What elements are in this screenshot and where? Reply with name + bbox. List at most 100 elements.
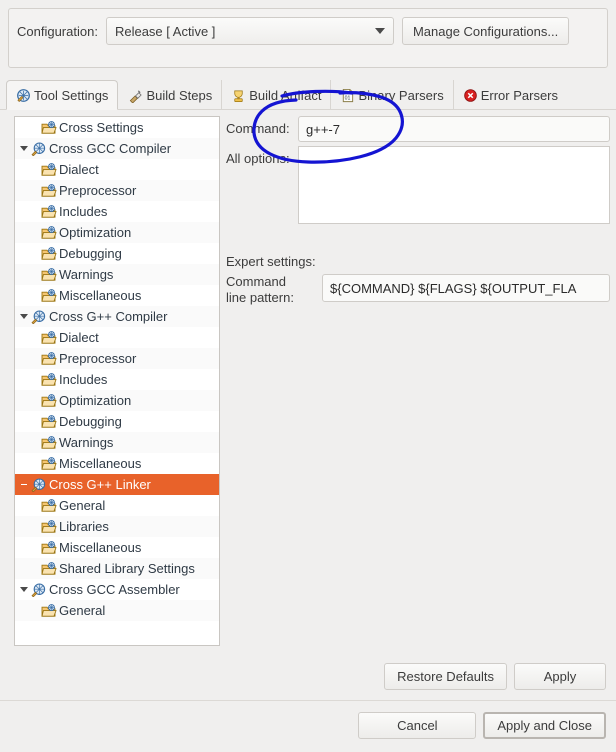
folder-settings-icon [41, 414, 57, 428]
tree-item-label: Includes [59, 204, 108, 219]
tree-item-warnings[interactable]: Warnings [15, 264, 219, 285]
folder-settings-icon [41, 183, 57, 197]
tree-item-label: Libraries [59, 519, 109, 534]
tool-globe-icon [31, 582, 46, 597]
folder-settings-icon [41, 288, 57, 302]
tree-item-label: Preprocessor [59, 351, 137, 366]
tab-binary-parsers[interactable]: 01 Binary Parsers [330, 80, 452, 110]
binary-parsers-icon: 01 [343, 88, 354, 102]
pattern-label-line-2: line pattern: [226, 290, 294, 305]
folder-settings-icon [41, 456, 57, 470]
configuration-dropdown[interactable]: Release [ Active ] [105, 17, 394, 45]
tree-item-general[interactable]: General [15, 600, 219, 621]
tree-item-shared-library-settings[interactable]: Shared Library Settings [15, 558, 219, 579]
folder-settings-icon [41, 120, 57, 134]
folder-settings-icon [41, 351, 57, 365]
configuration-selected-value: Release [ Active ] [114, 23, 216, 39]
tree-item-general[interactable]: General [15, 495, 219, 516]
command-line-pattern-input[interactable]: ${COMMAND} ${FLAGS} ${OUTPUT_FLA [322, 274, 610, 302]
configuration-label: Configuration: [17, 23, 98, 39]
expert-settings-label: Expert settings: [226, 254, 316, 269]
build-artifact-icon [234, 89, 243, 102]
tree-item-preprocessor[interactable]: Preprocessor [15, 348, 219, 369]
command-line-pattern-label: Command line pattern: [226, 274, 322, 306]
folder-settings-icon [41, 225, 57, 239]
tree-item-cross-gcc-compiler[interactable]: Cross GCC Compiler [15, 138, 219, 159]
tree-item-label: Cross G++ Linker [49, 477, 151, 492]
tree-item-debugging[interactable]: Debugging [15, 411, 219, 432]
tree-item-label: General [59, 603, 106, 618]
tree-item-cross-settings[interactable]: Cross Settings [15, 117, 219, 138]
tree-item-libraries[interactable]: Libraries [15, 516, 219, 537]
tree-item-label: Debugging [59, 414, 122, 429]
manage-configurations-button[interactable]: Manage Configurations... [401, 17, 570, 45]
twisty-expanded-icon[interactable] [17, 587, 31, 592]
settings-tree[interactable]: Cross Settings Cross GCC Compiler Dialect P… [14, 116, 220, 646]
tree-item-label: Cross G++ Compiler [49, 309, 168, 324]
tab-error-parsers[interactable]: Error Parsers [452, 80, 567, 110]
tree-item-label: Cross GCC Compiler [49, 141, 172, 156]
tree-item-label: Warnings [59, 435, 114, 450]
tree-item-cross-gcc-assembler[interactable]: Cross GCC Assembler [15, 579, 219, 600]
folder-settings-icon [41, 162, 57, 176]
button-separator [0, 700, 616, 701]
dialog-button-row: Cancel Apply and Close [358, 712, 606, 739]
tree-item-debugging[interactable]: Debugging [15, 243, 219, 264]
tab-tool-settings[interactable]: Tool Settings [6, 80, 119, 110]
chevron-down-icon [374, 28, 385, 34]
twisty-expanded-icon[interactable] [17, 314, 31, 319]
tool-settings-pane: Command: g++-7 All options: Expert setti… [226, 116, 610, 306]
tree-item-cross-gpp-linker[interactable]: Cross G++ Linker [15, 474, 219, 495]
tree-item-miscellaneous[interactable]: Miscellaneous [15, 453, 219, 474]
tree-item-cross-gpp-compiler[interactable]: Cross G++ Compiler [15, 306, 219, 327]
folder-settings-icon [41, 330, 57, 344]
tree-item-optimization[interactable]: Optimization [15, 222, 219, 243]
tree-item-miscellaneous[interactable]: Miscellaneous [15, 537, 219, 558]
tab-build-artifact[interactable]: Build Artifact [221, 80, 330, 110]
command-row: Command: g++-7 [226, 116, 610, 142]
tree-item-optimization[interactable]: Optimization [15, 390, 219, 411]
all-options-label: All options: [226, 151, 290, 166]
tree-item-warnings[interactable]: Warnings [15, 432, 219, 453]
tab-label: Binary Parsers [358, 87, 444, 103]
folder-settings-icon [41, 603, 57, 617]
tab-build-steps[interactable]: Build Steps [118, 80, 221, 110]
tree-item-label: Optimization [59, 393, 132, 408]
tool-settings-icon [17, 88, 30, 102]
restore-defaults-button[interactable]: Restore Defaults [384, 663, 507, 690]
tree-item-label: Debugging [59, 246, 122, 261]
tree-item-dialect[interactable]: Dialect [15, 159, 219, 180]
tree-item-miscellaneous[interactable]: Miscellaneous [15, 285, 219, 306]
tree-item-label: Miscellaneous [59, 456, 142, 471]
tree-item-includes[interactable]: Includes [15, 201, 219, 222]
apply-button[interactable]: Apply [514, 663, 606, 690]
pattern-label-line-1: Command [226, 274, 286, 289]
tree-item-label: Miscellaneous [59, 288, 142, 303]
tree-item-label: Dialect [59, 162, 99, 177]
tree-item-label: Shared Library Settings [59, 561, 195, 576]
tree-item-includes[interactable]: Includes [15, 369, 219, 390]
tool-globe-icon [31, 141, 46, 156]
svg-text:01: 01 [345, 95, 351, 101]
folder-settings-icon [41, 393, 57, 407]
tree-item-dialect[interactable]: Dialect [15, 327, 219, 348]
cancel-button[interactable]: Cancel [358, 712, 477, 739]
all-options-textarea[interactable] [298, 146, 610, 224]
tree-item-label: Dialect [59, 330, 99, 345]
tab-label: Tool Settings [34, 87, 109, 103]
tree-item-preprocessor[interactable]: Preprocessor [15, 180, 219, 201]
configuration-row: Configuration: Release [ Active ] Manage… [17, 17, 599, 45]
apply-button-row: Restore Defaults Apply [384, 663, 606, 690]
apply-and-close-button[interactable]: Apply and Close [483, 712, 606, 739]
command-input[interactable]: g++-7 [298, 116, 610, 142]
command-label: Command: [226, 121, 290, 136]
folder-settings-icon [41, 498, 57, 512]
tree-item-label: Includes [59, 372, 108, 387]
command-line-pattern-row: Command line pattern: ${COMMAND} ${FLAGS… [226, 274, 610, 306]
twisty-expanded-icon[interactable] [17, 146, 31, 151]
tool-globe-icon [31, 477, 46, 492]
twisty-expanded-icon[interactable] [17, 483, 31, 486]
tree-item-label: General [59, 498, 106, 513]
tree-item-label: Preprocessor [59, 183, 137, 198]
tree-item-label: Cross Settings [59, 120, 144, 135]
